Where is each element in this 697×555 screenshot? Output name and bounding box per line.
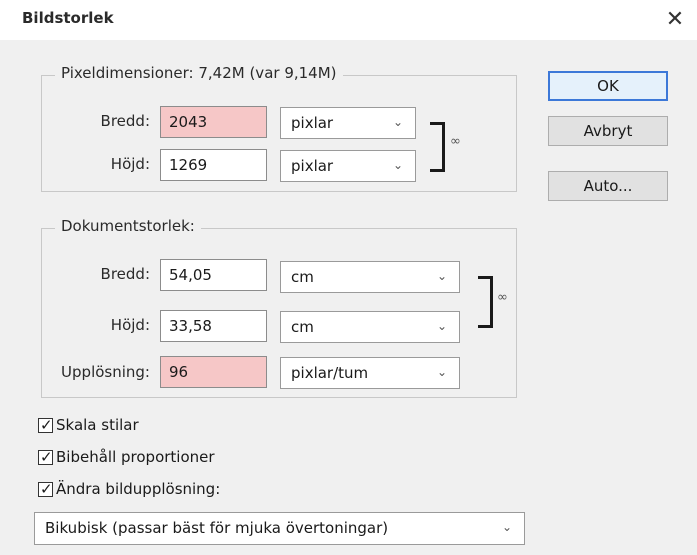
resolution-label: Upplösning: bbox=[61, 363, 150, 381]
scale-styles-label: Skala stilar bbox=[56, 416, 139, 434]
doc-width-field[interactable]: 54,05 bbox=[160, 259, 267, 291]
chevron-down-icon: ⌄ bbox=[436, 365, 448, 379]
pixel-width-field[interactable]: 2043 bbox=[160, 106, 267, 138]
chevron-down-icon: ⌄ bbox=[501, 520, 513, 534]
pixel-width-unit-value: pixlar bbox=[291, 114, 334, 132]
checkbox-box[interactable]: ✓ bbox=[38, 416, 53, 434]
resample-method-select[interactable]: Bikubisk (passar bäst för mjuka övertoni… bbox=[34, 512, 525, 545]
cancel-button[interactable]: Avbryt bbox=[548, 116, 668, 146]
doc-height-unit-value: cm bbox=[291, 318, 314, 336]
resolution-unit-select[interactable]: pixlar/tum ⌄ bbox=[280, 357, 460, 389]
constrain-proportions-checkbox[interactable]: ✓ Bibehåll proportioner bbox=[38, 448, 338, 468]
check-icon: ✓ bbox=[40, 480, 53, 498]
resolution-field[interactable]: 96 bbox=[160, 356, 267, 388]
doc-width-unit-select[interactable]: cm ⌄ bbox=[280, 261, 460, 293]
pixel-constrain-bracket bbox=[430, 122, 445, 172]
window-title: Bildstorlek bbox=[22, 9, 114, 27]
pixel-height-unit-select[interactable]: pixlar ⌄ bbox=[280, 150, 416, 182]
pixel-height-unit-value: pixlar bbox=[291, 157, 334, 175]
resolution-unit-value: pixlar/tum bbox=[291, 364, 369, 382]
doc-width-unit-value: cm bbox=[291, 268, 314, 286]
pixel-width-unit-select[interactable]: pixlar ⌄ bbox=[280, 107, 416, 139]
doc-height-field[interactable]: 33,58 bbox=[160, 310, 267, 342]
check-icon: ✓ bbox=[40, 416, 53, 434]
doc-height-label: Höjd: bbox=[110, 316, 150, 334]
check-icon: ✓ bbox=[40, 448, 53, 466]
ok-button[interactable]: OK bbox=[548, 71, 668, 101]
close-icon[interactable]: ✕ bbox=[660, 6, 690, 34]
pixel-dimensions-legend: Pixeldimensioner: 7,42M (var 9,14M) bbox=[55, 64, 343, 82]
chevron-down-icon: ⌄ bbox=[436, 319, 448, 333]
checkbox-box[interactable]: ✓ bbox=[38, 448, 53, 466]
chevron-down-icon: ⌄ bbox=[436, 269, 448, 283]
pixel-height-field[interactable]: 1269 bbox=[160, 149, 267, 181]
chain-link-icon: ∞ bbox=[497, 290, 508, 305]
scale-styles-checkbox[interactable]: ✓ Skala stilar bbox=[38, 416, 338, 436]
resample-checkbox[interactable]: ✓ Ändra bildupplösning: bbox=[38, 480, 338, 500]
auto-button[interactable]: Auto... bbox=[548, 171, 668, 201]
chevron-down-icon: ⌄ bbox=[392, 115, 404, 129]
pixel-dimensions-group bbox=[41, 75, 517, 192]
pixel-height-label: Höjd: bbox=[110, 155, 150, 173]
pixel-width-label: Bredd: bbox=[100, 112, 150, 130]
chain-link-icon: ∞ bbox=[450, 134, 461, 149]
resample-method-value: Bikubisk (passar bäst för mjuka övertoni… bbox=[45, 519, 389, 537]
doc-constrain-bracket bbox=[478, 276, 493, 328]
constrain-proportions-label: Bibehåll proportioner bbox=[56, 448, 215, 466]
doc-height-unit-select[interactable]: cm ⌄ bbox=[280, 311, 460, 343]
chevron-down-icon: ⌄ bbox=[392, 158, 404, 172]
resample-label: Ändra bildupplösning: bbox=[56, 480, 221, 498]
document-size-legend: Dokumentstorlek: bbox=[55, 217, 201, 235]
checkbox-box[interactable]: ✓ bbox=[38, 480, 53, 498]
doc-width-label: Bredd: bbox=[100, 265, 150, 283]
